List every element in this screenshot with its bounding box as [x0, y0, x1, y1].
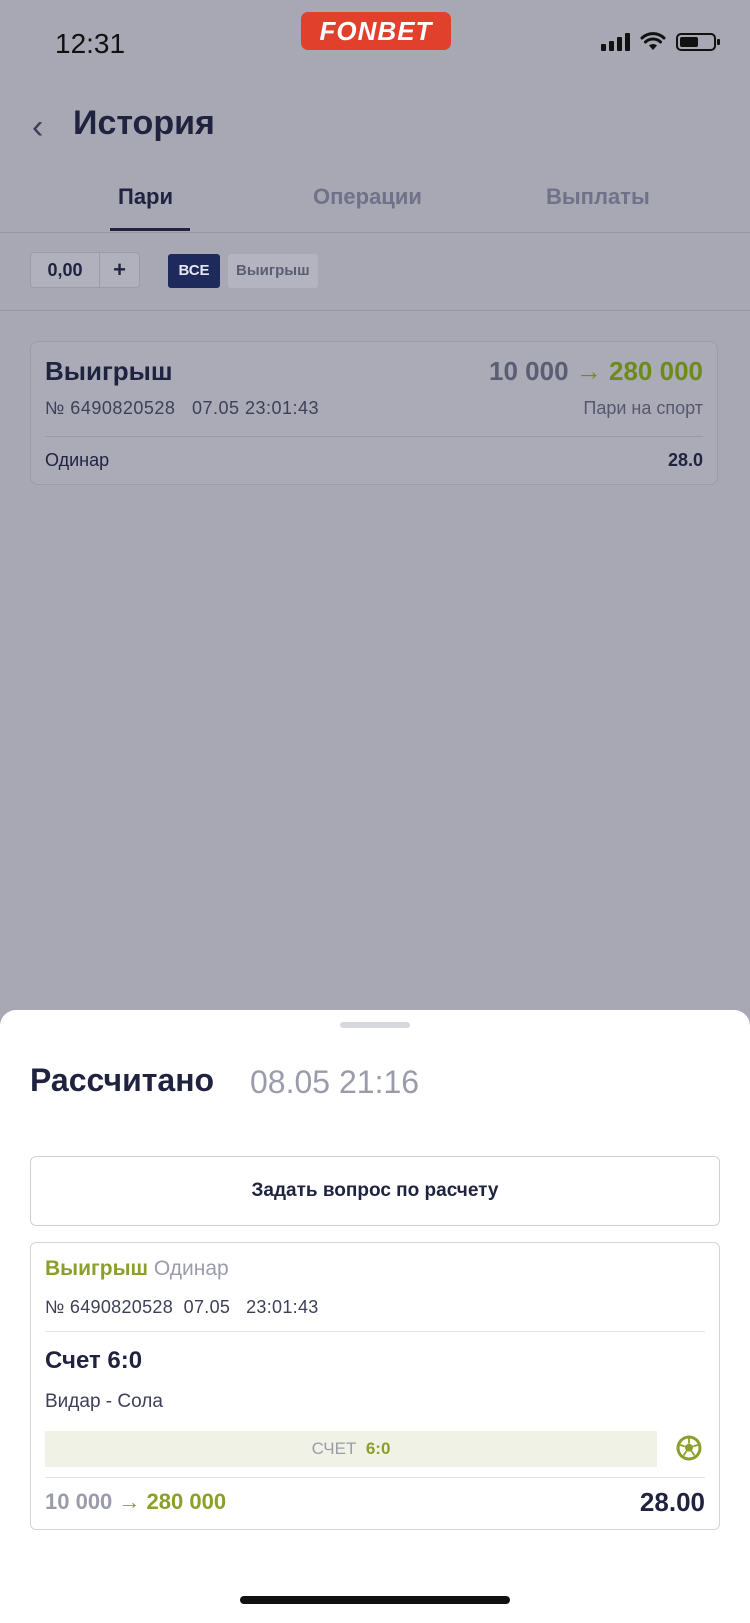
detail-result-bar: СЧЕТ 6:0	[45, 1431, 657, 1467]
amount-stepper[interactable]: 0,00 +	[30, 252, 140, 288]
filters-bar: 0,00 + ВСЕ Выигрыш	[0, 232, 750, 311]
sheet-grabber[interactable]	[340, 1022, 410, 1028]
detail-amount: 10 000 → 280 000	[45, 1489, 226, 1515]
bottom-sheet: Рассчитано 08.05 21:16 Задать вопрос по …	[0, 1010, 750, 1623]
detail-payout: 280 000	[146, 1489, 227, 1514]
detail-time: 23:01:43	[246, 1297, 319, 1317]
history-tabs: Пари Операции Выплаты	[0, 170, 750, 233]
cellular-signal-icon	[601, 33, 630, 51]
filter-chip-all[interactable]: ВСЕ	[168, 254, 220, 288]
detail-date: 07.05	[183, 1297, 231, 1317]
bet-type: Одинар	[45, 450, 110, 470]
arrow-icon: →	[575, 356, 602, 386]
detail-coefficient: 28.00	[639, 1487, 705, 1517]
tab-operations[interactable]: Операции	[313, 184, 422, 210]
bet-number: № 6490820528	[45, 398, 176, 418]
arrow-icon: →	[118, 1489, 141, 1514]
bet-meta: № 6490820528 07.05 23:01:43	[45, 398, 319, 419]
status-icons	[601, 32, 720, 51]
active-tab-indicator	[110, 228, 190, 231]
bet-stake: 10 000	[489, 356, 569, 386]
result-value: 6:0	[365, 1439, 391, 1458]
detail-match: Видар - Сола	[45, 1391, 163, 1412]
detail-meta: № 6490820528 07.05 23:01:43	[45, 1297, 319, 1318]
sheet-title: Рассчитано	[30, 1062, 215, 1098]
filter-chip-win[interactable]: Выигрыш	[228, 254, 318, 288]
divider	[45, 1331, 705, 1332]
result-label: СЧЕТ	[311, 1439, 357, 1458]
wifi-icon	[640, 32, 666, 50]
tab-bets[interactable]: Пари	[118, 184, 173, 210]
sheet-settled-date: 08.05 21:16	[250, 1064, 420, 1100]
divider	[45, 436, 703, 437]
divider	[45, 1477, 705, 1478]
detail-number: № 6490820528	[45, 1297, 174, 1317]
detail-market: Счет 6:0	[45, 1347, 143, 1374]
bet-coefficient: 28.0	[667, 450, 703, 470]
home-indicator[interactable]	[240, 1596, 510, 1604]
status-time: 12:31	[55, 28, 126, 59]
page-header: ‹ История	[0, 100, 750, 160]
back-chevron-icon[interactable]: ‹	[32, 108, 43, 147]
status-bar: 12:31 FONBET	[0, 0, 750, 80]
tab-payouts[interactable]: Выплаты	[546, 184, 650, 210]
page-title: История	[73, 104, 215, 142]
bet-amount: 10 000 → 280 000	[489, 356, 703, 387]
fonbet-logo: FONBET	[301, 12, 451, 50]
detail-header: Выигрыш Одинар	[45, 1257, 229, 1281]
bet-datetime: 07.05 23:01:43	[191, 398, 320, 418]
detail-bet-type: Одинар	[153, 1257, 229, 1280]
amount-value[interactable]: 0,00	[31, 253, 100, 287]
football-icon	[676, 1435, 702, 1461]
ask-question-button[interactable]: Задать вопрос по расчету	[30, 1156, 720, 1226]
detail-status: Выигрыш	[45, 1257, 149, 1280]
battery-icon	[676, 33, 720, 51]
detail-stake: 10 000	[45, 1489, 113, 1514]
bet-category: Пари на спорт	[583, 398, 703, 418]
bet-card[interactable]: Выигрыш 10 000 → 280 000 № 6490820528 07…	[30, 341, 718, 485]
bet-status: Выигрыш	[45, 356, 173, 386]
bet-detail-card: Выигрыш Одинар № 6490820528 07.05 23:01:…	[30, 1242, 720, 1530]
bet-payout: 280 000	[609, 356, 703, 386]
plus-button[interactable]: +	[100, 253, 139, 287]
